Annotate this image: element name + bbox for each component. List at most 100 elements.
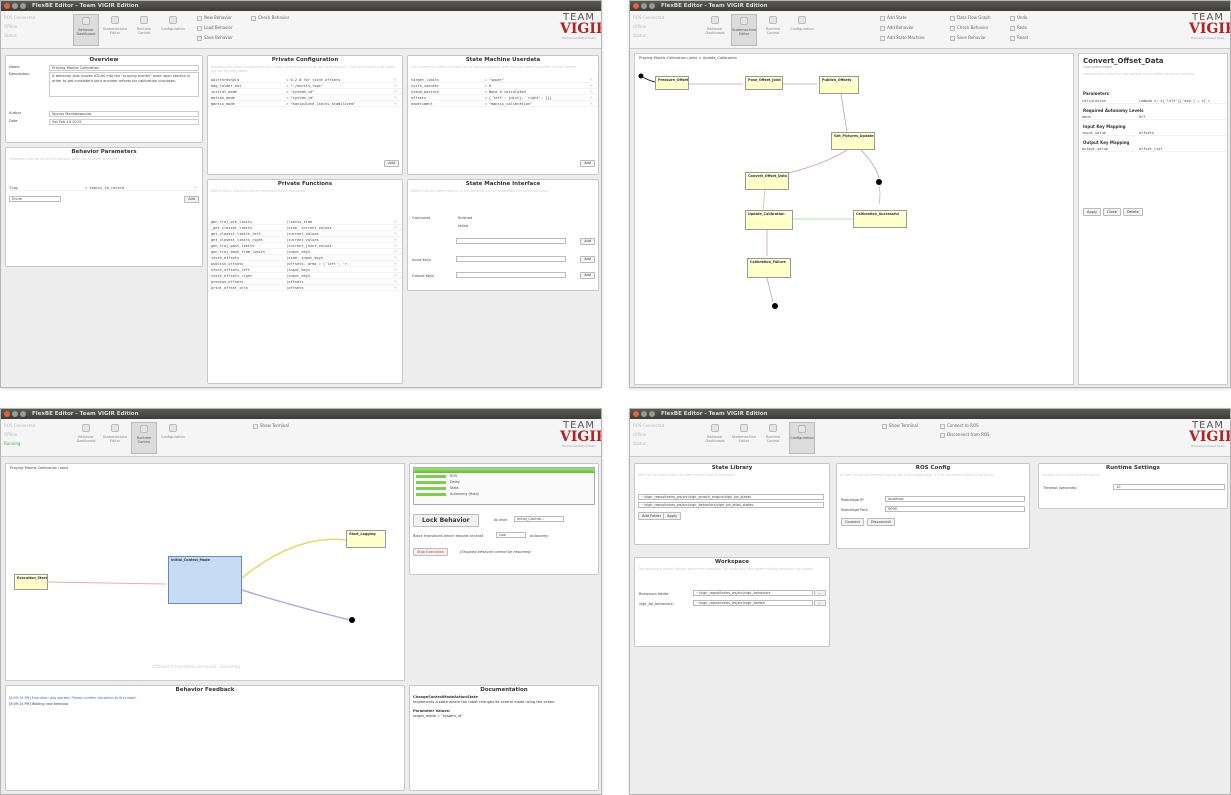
browse-button[interactable]: … [814,600,826,606]
add-input-key-button[interactable]: Add [580,256,595,263]
edit-icon[interactable]: ✎ [590,83,595,88]
edit-icon[interactable]: ✎ [394,279,399,284]
edit-icon[interactable]: ✎ [394,249,399,254]
minimize-icon[interactable] [641,411,647,417]
state-pose-offset-joint[interactable]: Pose_Offset_Joint [745,76,783,90]
state-title[interactable]: Convert_Offset_Data [1079,54,1227,65]
edit-icon[interactable]: ✎ [194,185,199,190]
maximize-icon[interactable] [649,411,655,417]
edit-icon[interactable]: ✎ [394,285,399,290]
new-behavior-button[interactable]: New Behavior [197,15,232,21]
userdata-value[interactable]: = "mantis_calibration" [485,101,590,106]
minimize-icon[interactable] [12,411,18,417]
rosbridge-ip-input[interactable]: localhost [885,496,1025,502]
runtime-canvas[interactable]: Praying Mantis Calibration (root) Execut… [5,463,405,681]
autonomy-select[interactable]: Off [1139,114,1224,119]
apply-library-button[interactable]: Apply [663,512,682,520]
be-behaviors-input[interactable]: ~/vigir_repositories_ws/src/vigir_behavi [693,600,813,606]
function-args[interactable]: (offsets [286,279,394,284]
nav-statemachine-editor[interactable]: Statemachine Editor [731,422,757,454]
state-initial-control-mode-active[interactable]: Initial_Control_Mode [168,556,242,604]
function-args[interactable]: (offsets [286,285,394,290]
maximize-icon[interactable] [649,3,655,9]
timeout-input[interactable]: 10 [1113,484,1225,490]
outcome-row[interactable]: Autonomy (Hold) [414,491,594,497]
maximize-icon[interactable] [20,411,26,417]
close-icon[interactable] [4,3,10,9]
state-convert-offset-data[interactable]: Convert_Offset_Data [745,172,789,190]
stop-execution-button[interactable]: Stop Execution [413,548,448,556]
nav-runtime-control[interactable]: Runtime Control [760,422,786,454]
nav-configuration[interactable]: Configuration [160,14,186,46]
param-value[interactable]: = topics_to_record [85,185,194,190]
nav-runtime-control[interactable]: Runtime Control [760,14,786,46]
data-flow-graph-button[interactable]: Data Flow Graph [950,15,991,21]
show-terminal-button[interactable]: Show Terminal [253,423,289,429]
add-outcome-button[interactable]: Add [580,238,595,245]
outcome-input[interactable] [456,238,566,244]
input-key-input[interactable] [456,256,566,262]
output-mapping-input[interactable]: offset_list [1139,146,1224,151]
state-start-logging[interactable]: Start_Logging [346,530,386,548]
input-mapping-input[interactable]: offsets [1139,130,1224,135]
check-behavior-button[interactable]: Check Behavior [950,25,988,31]
description-input[interactable]: A behavior that moves ATLAS into the "pr… [49,72,199,97]
function-args[interactable]: (current_values [286,231,394,236]
disconnect-button[interactable]: Disconnect [867,518,895,526]
add-output-key-button[interactable]: Add [580,272,595,279]
connect-ros-button[interactable]: Connect to ROS [940,423,979,429]
function-args[interactable]: (current_joint_values [286,243,394,248]
autonomy-level-select[interactable]: Low [496,532,526,538]
edit-icon[interactable]: ✎ [590,89,595,94]
minimize-icon[interactable] [641,3,647,9]
author-input[interactable]: Spyros Maniatopoulos [49,111,199,117]
state-get-pictures-update[interactable]: Get_Pictures_Update [831,132,875,150]
state-execution-starting[interactable]: Execution_Starting [14,574,48,590]
redo-button[interactable]: Redo [1010,25,1027,31]
add-folder-button[interactable]: Add Folder [638,512,666,520]
userdata-value[interactable]: = 0 [485,83,590,88]
name-input[interactable]: Praying Mantis Calibration [49,65,199,71]
nav-behavior-dashboard[interactable]: Behavior Dashboard [73,422,99,454]
edit-icon[interactable]: ✎ [394,261,399,266]
add-behavior-button[interactable]: Add Behavior [880,25,914,31]
config-value[interactable]: = "system_id" [286,95,394,100]
reset-button[interactable]: Reset [1010,35,1028,41]
edit-icon[interactable]: ✎ [394,83,399,88]
function-args[interactable]: (limits_side [286,219,394,224]
function-args[interactable]: (input_keys [286,273,394,278]
close-button[interactable]: Close [1103,208,1121,216]
check-behavior-button[interactable]: Check Behavior [251,15,289,21]
add-config-button[interactable]: Add [384,160,399,167]
add-state-button[interactable]: Add State [880,15,907,21]
edit-icon[interactable]: ✎ [394,89,399,94]
close-icon[interactable] [4,411,10,417]
edit-icon[interactable]: ✎ [394,255,399,260]
edit-icon[interactable]: ✎ [394,273,399,278]
nav-configuration[interactable]: Configuration [789,14,815,46]
function-args[interactable]: (input_keys [286,267,394,272]
disconnect-ros-button[interactable]: Disconnect from ROS [940,432,990,438]
show-terminal-button[interactable]: Show Terminal [882,423,918,429]
state-calibration-failure[interactable]: Calibration_Failure [747,258,791,278]
param-type-select[interactable]: Enum [9,196,61,202]
save-behavior-button[interactable]: Save Behavior [950,35,986,41]
edit-icon[interactable]: ✎ [394,231,399,236]
apply-button[interactable]: Apply [1083,208,1102,216]
edit-icon[interactable]: ✎ [394,95,399,100]
userdata-value[interactable]: = {'left': {dict}, 'right': {}} [485,95,590,100]
nav-configuration[interactable]: Configuration [789,422,815,454]
config-value[interactable]: = "system_id" [286,89,394,94]
config-value[interactable]: = 0.2 # for joint offsets [286,77,394,82]
state-update-calibration[interactable]: Update_Calibration [745,210,793,230]
edit-icon[interactable]: ✎ [590,77,595,82]
library-path-item[interactable]: ~/vigir_repositories_ws/src/vigir_behavi… [638,502,824,508]
edit-icon[interactable]: ✎ [394,219,399,224]
add-param-button[interactable]: Add [184,196,199,203]
maximize-icon[interactable] [20,3,26,9]
lock-behavior-button[interactable]: Lock Behavior [413,514,479,527]
nav-runtime-control[interactable]: Runtime Control [131,422,157,454]
behaviors-folder-input[interactable]: ~/vigir_repositories_ws/src/vigir_behavi… [693,590,813,596]
lock-level-select[interactable]: Initial_Control... [514,516,564,522]
state-pressure-offsets[interactable]: Pressure_Offsets [655,76,689,90]
